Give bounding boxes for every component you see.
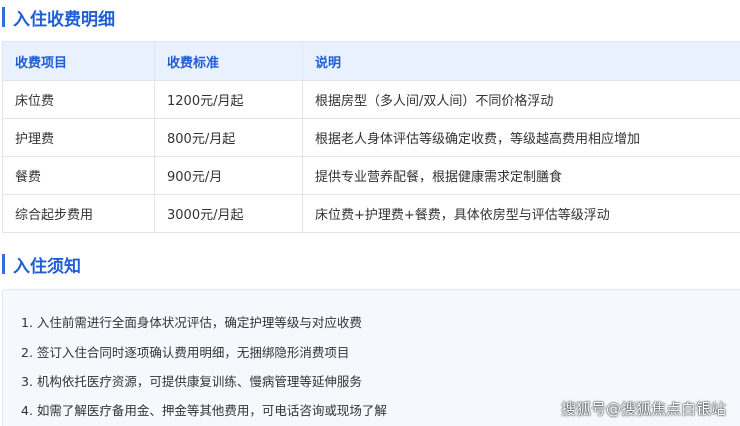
cell-standard: 1200元/月起 xyxy=(154,80,303,119)
fees-table: 收费项目 收费标准 说明 床位费 1200元/月起 根据房型（多人间/双人间）不… xyxy=(2,41,740,233)
notes-title-text: 入住须知 xyxy=(13,256,81,277)
title-accent-bar xyxy=(2,7,5,27)
notes-section-title: 入住须知 xyxy=(2,253,81,277)
table-row: 护理费 800元/月起 根据老人身体评估等级确定收费，等级越高费用相应增加 xyxy=(2,118,740,157)
fees-section-title: 入住收费明细 xyxy=(2,6,115,30)
cell-standard: 900元/月 xyxy=(154,156,303,195)
header-description: 说明 xyxy=(302,41,740,81)
page: 入住收费明细 收费项目 收费标准 说明 床位费 1200元/月起 根据房型（多人… xyxy=(0,0,740,426)
source-watermark: 搜狐号@搜狐焦点白银站 xyxy=(560,400,726,418)
table-row: 餐费 900元/月 提供专业营养配餐，根据健康需求定制膳食 xyxy=(2,156,740,195)
cell-standard: 800元/月起 xyxy=(154,118,303,157)
header-standard: 收费标准 xyxy=(154,41,303,81)
list-item: 1. 入住前需进行全面身体状况评估，确定护理等级与对应收费 xyxy=(21,315,362,330)
list-item: 4. 如需了解医疗备用金、押金等其他费用，可电话咨询或现场了解 xyxy=(21,403,387,418)
cell-item: 综合起步费用 xyxy=(2,194,155,233)
table-header-row: 收费项目 收费标准 说明 xyxy=(2,41,740,81)
fees-title-text: 入住收费明细 xyxy=(13,9,115,30)
title-accent-bar xyxy=(2,254,5,274)
table-row: 综合起步费用 3000元/月起 床位费+护理费+餐费，具体依房型与评估等级浮动 xyxy=(2,194,740,233)
cell-item: 护理费 xyxy=(2,118,155,157)
table-row: 床位费 1200元/月起 根据房型（多人间/双人间）不同价格浮动 xyxy=(2,80,740,119)
cell-description: 根据房型（多人间/双人间）不同价格浮动 xyxy=(302,80,740,119)
cell-description: 根据老人身体评估等级确定收费，等级越高费用相应增加 xyxy=(302,118,740,157)
cell-standard: 3000元/月起 xyxy=(154,194,303,233)
list-item: 2. 签订入住合同时逐项确认费用明细，无捆绑隐形消费项目 xyxy=(21,345,350,360)
cell-item: 餐费 xyxy=(2,156,155,195)
header-item: 收费项目 xyxy=(2,41,155,81)
cell-description: 提供专业营养配餐，根据健康需求定制膳食 xyxy=(302,156,740,195)
cell-description: 床位费+护理费+餐费，具体依房型与评估等级浮动 xyxy=(302,194,740,233)
cell-item: 床位费 xyxy=(2,80,155,119)
list-item: 3. 机构依托医疗资源，可提供康复训练、慢病管理等延伸服务 xyxy=(21,374,362,389)
